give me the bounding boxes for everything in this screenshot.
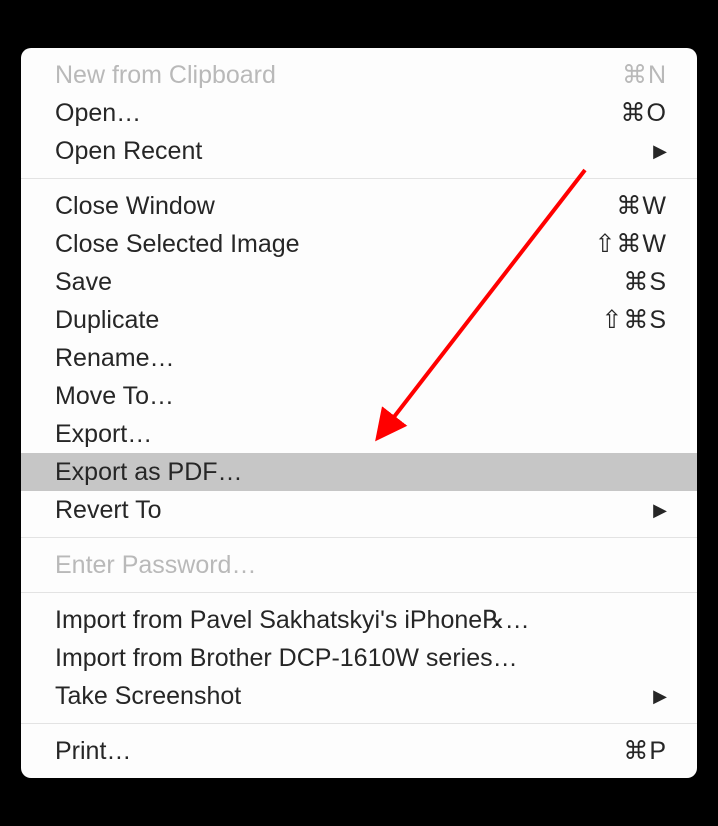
- context-menu: New from Clipboard ⌘N Open… ⌘O Open Rece…: [21, 48, 697, 778]
- menu-shortcut: ⌘S: [623, 266, 667, 298]
- menu-separator: [21, 592, 697, 593]
- menu-item-move-to[interactable]: Move To…: [21, 377, 697, 415]
- menu-label: Enter Password…: [55, 549, 667, 581]
- menu-item-export-as-pdf[interactable]: Export as PDF…: [21, 453, 697, 491]
- menu-shortcut: ⇧⌘W: [594, 228, 667, 260]
- menu-label: Export as PDF…: [55, 456, 667, 488]
- menu-separator: [21, 178, 697, 179]
- menu-label: Close Selected Image: [55, 228, 594, 260]
- menu-item-close-window[interactable]: Close Window ⌘W: [21, 187, 697, 225]
- menu-item-import-printer[interactable]: Import from Brother DCP-1610W series…: [21, 639, 697, 677]
- menu-label: Save: [55, 266, 623, 298]
- menu-separator: [21, 723, 697, 724]
- menu-shortcut: ⌘P: [623, 735, 667, 767]
- menu-item-enter-password: Enter Password…: [21, 546, 697, 584]
- menu-shortcut: ⇧⌘S: [601, 304, 667, 336]
- menu-label: Open…: [55, 97, 621, 129]
- menu-item-new-from-clipboard: New from Clipboard ⌘N: [21, 56, 697, 94]
- menu-item-close-selected-image[interactable]: Close Selected Image ⇧⌘W: [21, 225, 697, 263]
- menu-shortcut: ⌘N: [622, 59, 667, 91]
- menu-shortcut: ⌘W: [616, 190, 667, 222]
- menu-item-take-screenshot[interactable]: Take Screenshot ▶: [21, 677, 697, 715]
- menu-label: Import from Brother DCP-1610W series…: [55, 642, 667, 674]
- menu-label: Rename…: [55, 342, 667, 374]
- menu-item-revert-to[interactable]: Revert To ▶: [21, 491, 697, 529]
- menu-label: Take Screenshot: [55, 680, 653, 712]
- menu-label: Print…: [55, 735, 623, 767]
- menu-label: Open Recent: [55, 135, 653, 167]
- menu-label: Move To…: [55, 380, 667, 412]
- menu-item-import-iphone[interactable]: Import from Pavel Sakhatskyi's iPhone℞…: [21, 601, 697, 639]
- menu-label: Revert To: [55, 494, 653, 526]
- menu-item-export[interactable]: Export…: [21, 415, 697, 453]
- menu-item-print[interactable]: Print… ⌘P: [21, 732, 697, 770]
- menu-item-open[interactable]: Open… ⌘O: [21, 94, 697, 132]
- chevron-right-icon: ▶: [653, 494, 667, 526]
- menu-item-duplicate[interactable]: Duplicate ⇧⌘S: [21, 301, 697, 339]
- menu-item-save[interactable]: Save ⌘S: [21, 263, 697, 301]
- chevron-right-icon: ▶: [653, 680, 667, 712]
- menu-shortcut: ⌘O: [621, 97, 667, 129]
- menu-label: Close Window: [55, 190, 616, 222]
- menu-item-open-recent[interactable]: Open Recent ▶: [21, 132, 697, 170]
- chevron-right-icon: ▶: [653, 135, 667, 167]
- menu-label: Export…: [55, 418, 667, 450]
- menu-item-rename[interactable]: Rename…: [21, 339, 697, 377]
- menu-label: Duplicate: [55, 304, 601, 336]
- menu-label: New from Clipboard: [55, 59, 622, 91]
- menu-separator: [21, 537, 697, 538]
- menu-label: Import from Pavel Sakhatskyi's iPhone℞…: [55, 604, 667, 636]
